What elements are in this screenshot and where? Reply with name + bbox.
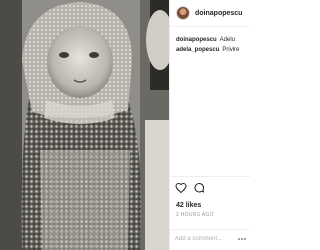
divider: [170, 229, 250, 230]
comment-text: Adelu: [219, 37, 236, 43]
comment-icon[interactable]: [193, 182, 205, 194]
heart-icon[interactable]: [175, 182, 187, 194]
avatar[interactable]: [176, 6, 190, 20]
post-side-panel: doinapopescu doinapopescu Adelu adela_pop…: [169, 0, 250, 250]
post-timestamp[interactable]: 2 HOURS AGO: [176, 212, 214, 218]
likes-count[interactable]: 42 likes: [176, 202, 201, 209]
header-username[interactable]: doinapopescu: [195, 10, 242, 17]
action-bar: [175, 182, 205, 194]
comment-text: Privire: [222, 47, 240, 53]
comment-item: doinapopescu Adelu: [176, 35, 250, 45]
post-photo[interactable]: [0, 0, 169, 250]
post-photo-graphic: [0, 0, 169, 250]
divider: [170, 176, 250, 177]
comment-item: adela_popescu Privire: [176, 45, 250, 55]
post-header: doinapopescu: [170, 0, 250, 27]
more-options-icon[interactable]: [238, 236, 246, 242]
comment-list: doinapopescu Adelu adela_popescu Privire: [176, 35, 250, 55]
comment-username[interactable]: doinapopescu: [176, 37, 217, 43]
comment-username[interactable]: adela_popescu: [176, 47, 219, 53]
comment-input[interactable]: [175, 233, 245, 245]
